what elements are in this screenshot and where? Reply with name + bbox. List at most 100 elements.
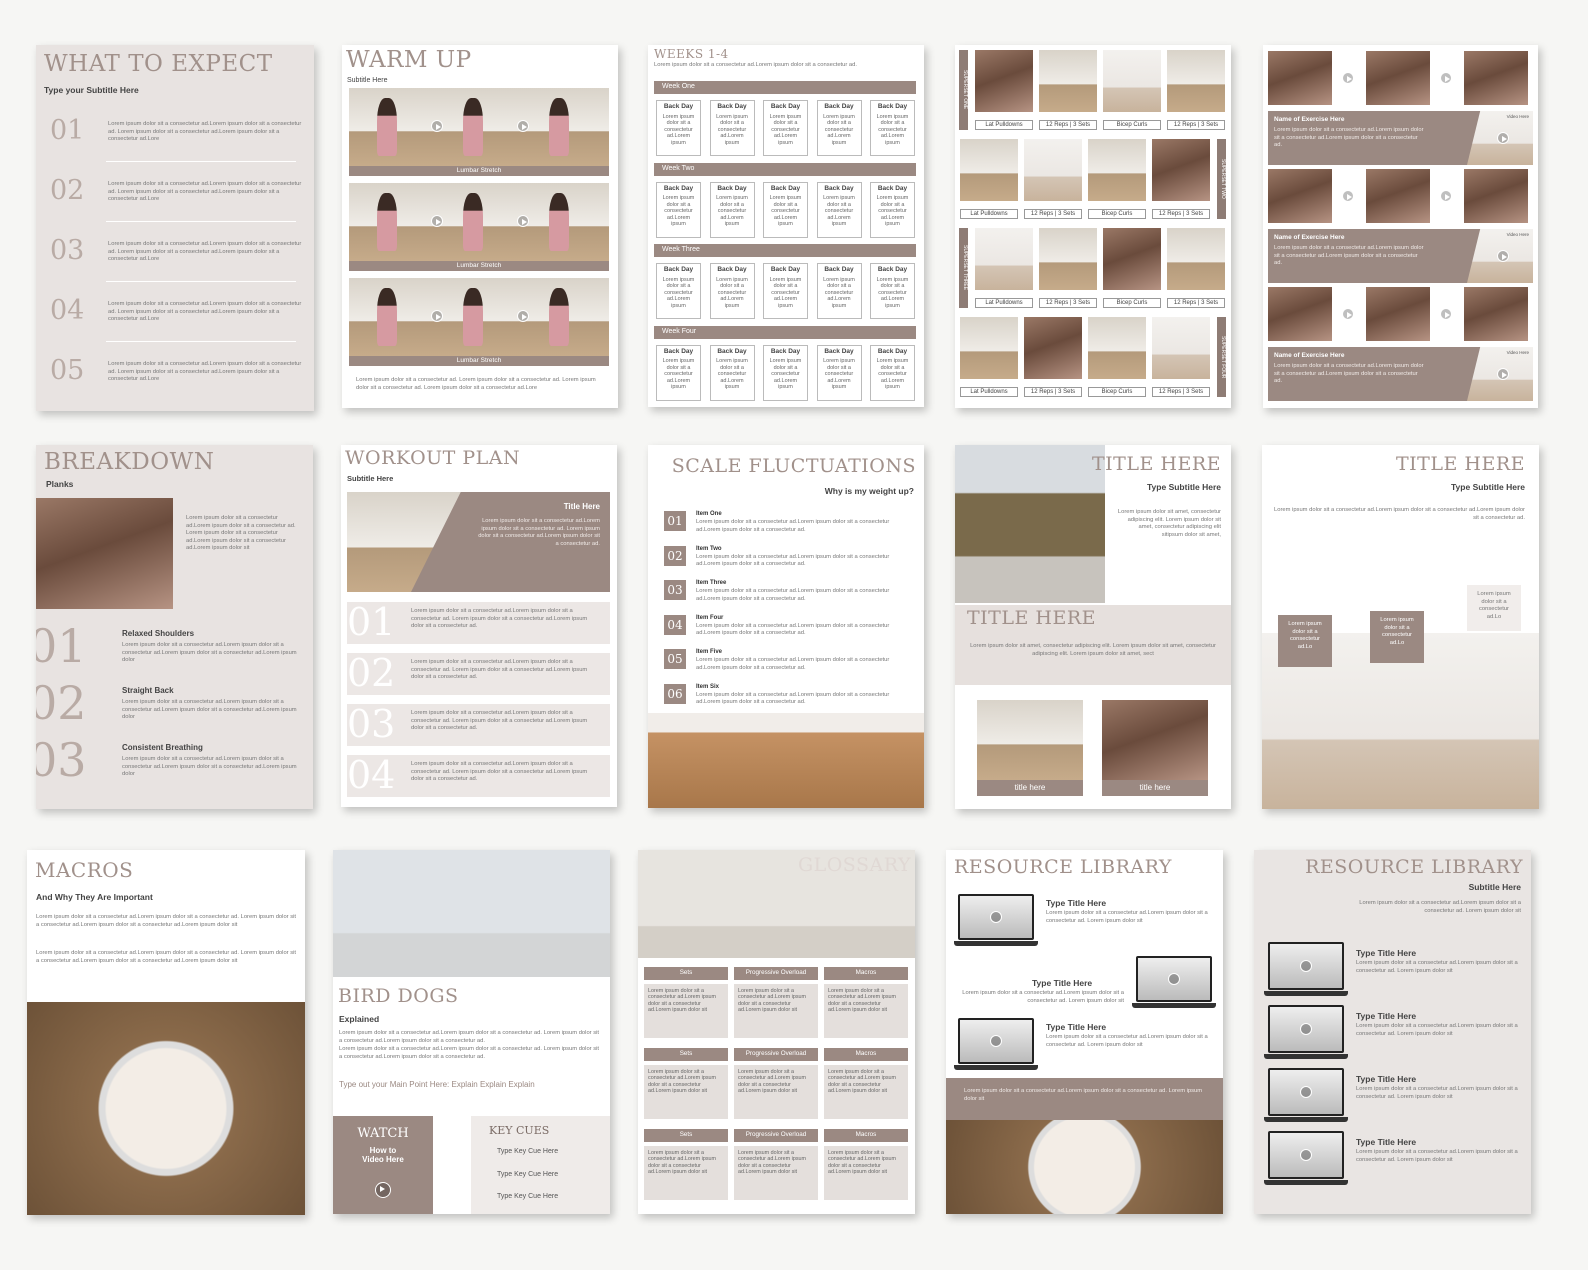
item-number: 03 [664,580,686,600]
key-cue: Type Key Cue Here [497,1171,559,1178]
day-box: Back Day Lorem ipsum dolor sit a consecte… [656,181,701,238]
laptop-icon[interactable] [1264,1005,1348,1059]
play-icon[interactable] [431,120,443,132]
exercise-photo [1024,317,1082,379]
week-header: Week Four [654,325,916,339]
exercise-photo [1103,228,1161,290]
exercise-photo [1464,51,1528,105]
item-number: 05 [664,649,686,669]
key-cue: Type Key Cue Here [497,1193,559,1200]
row-number: 04 [347,753,396,797]
play-icon[interactable] [1497,250,1509,262]
row-number: 03 [347,702,396,746]
play-icon[interactable] [517,310,529,322]
exercise-text: Lorem ipsum dolor sit a consectetur ad.L… [1274,127,1424,148]
day-text: Lorem ipsum dolor sit a consectetur ad.L… [876,276,909,309]
exercise-figure [463,193,483,251]
page-title: RESOURCE LIBRARY [1305,856,1523,878]
intro-text: Lorem ipsum dolor sit a consectetur ad.L… [1274,507,1525,521]
row-number: 01 [347,600,396,644]
term-header: Progressive Overload [734,967,818,980]
play-icon[interactable] [1497,132,1509,144]
item-title: Relaxed Shoulders [122,629,195,638]
day-text: Lorem ipsum dolor sit a consectetur ad.L… [876,358,909,390]
mid-band: TITLE HERE Lorem ipsum dolor sit amet, c… [955,605,1231,685]
day-box: Back Day Lorem ipsum dolor sit a consecte… [870,344,915,401]
list-number: 01 [36,619,87,673]
superset-label: SUPERSET THREE [959,228,968,308]
day-title: Back Day [770,347,801,355]
day-text: Lorem ipsum dolor sit a consectetur ad.L… [662,358,695,390]
play-icon[interactable] [1440,308,1452,320]
intro-text: Lorem ipsum dolor sit a consectetur ad.L… [654,62,857,68]
laptop-icon[interactable] [954,894,1038,946]
video-thumb: Video Here [1467,111,1533,165]
thumb-2 [1102,700,1208,780]
day-box: Back Day Lorem ipsum dolor sit a consecte… [763,344,808,401]
page-title: WHAT TO EXPECT [44,51,273,77]
play-icon[interactable] [1440,190,1452,202]
exercise-photo [960,139,1018,201]
exercise-label: 12 Reps | 3 Sets [1039,120,1097,130]
day-title: Back Day [877,103,908,110]
page-title: WORKOUT PLAN [345,447,521,469]
day-title: Back Day [717,103,747,110]
list-text: Lorem ipsum dolor sit a consectetur ad.L… [108,301,302,322]
resource-title: Type Title Here [1356,948,1417,958]
play-icon[interactable] [1440,72,1452,84]
page-title: BIRD DOGS [338,985,459,1007]
video-label: Video Here [1506,232,1529,237]
exercise-label: Bicep Curls [1088,209,1146,219]
day-text: Lorem ipsum dolor sit a consectetur ad.L… [662,276,695,309]
video-strip[interactable] [349,183,609,261]
video-strip[interactable] [349,278,609,356]
play-icon[interactable] [431,215,443,227]
page-title: WARM UP [346,47,472,73]
resource-text: Lorem ipsum dolor sit a consectetur ad.L… [1046,1034,1208,1048]
laptop-icon[interactable] [1132,956,1216,1008]
key-cues-title: KEY CUES [489,1124,550,1137]
page-title-here-a: TITLE HERE Type Subtitle Here Lorem ipsu… [955,445,1231,809]
laptop-icon[interactable] [1264,942,1348,996]
play-icon[interactable] [1342,72,1354,84]
laptop-icon[interactable] [1264,1131,1348,1185]
resource-text: Lorem ipsum dolor sit a consectetur ad.L… [1356,1023,1518,1037]
page-subtitle: Type Subtitle Here [1147,482,1221,492]
laptop-icon[interactable] [1264,1068,1348,1122]
day-title: Back Day [824,184,854,192]
day-title: Back Day [770,103,801,110]
exercise-label: Bicep Curls [1088,387,1146,397]
resource-title: Type Title Here [1356,1011,1417,1021]
term-header: Sets [644,967,728,980]
play-icon[interactable] [1342,308,1354,320]
day-box: Back Day Lorem ipsum dolor sit a consecte… [656,100,701,156]
day-box: Back Day Lorem ipsum dolor sit a consecte… [870,181,915,238]
exercise-photo [1088,317,1146,379]
play-icon[interactable] [1342,190,1354,202]
play-icon[interactable] [1497,368,1509,380]
laptop-icon[interactable] [954,1018,1038,1070]
item-text: Lorem ipsum dolor sit a consectetur ad.L… [696,657,890,671]
play-icon[interactable] [431,310,443,322]
day-title: Back Day [663,347,694,355]
day-box: Back Day Lorem ipsum dolor sit a consecte… [816,100,862,156]
exercise-photo [1039,228,1097,290]
item-text: Lorem ipsum dolor sit a consectetur ad.L… [696,622,890,637]
exercise-figure [549,98,569,156]
exercise-photo [1366,287,1430,341]
plank-photo [36,498,173,609]
exercise-photo [1268,169,1332,223]
watch-box[interactable]: WATCH How to Video Here [333,1116,433,1214]
exercise-label: 12 Reps | 3 Sets [1167,298,1225,308]
play-icon[interactable] [375,1182,391,1198]
page-title: WEEKS 1-4 [654,47,729,61]
exercise-bar: Name of Exercise Here Lorem ipsum dolor s… [1268,347,1533,401]
page-title: MACROS [35,858,134,882]
exercise-photo [1366,51,1430,105]
video-strip[interactable] [349,88,609,166]
day-title: Back Day [877,184,908,192]
term-header: Macros [824,967,908,980]
play-icon[interactable] [517,120,529,132]
page-subtitle: Explained [339,1014,380,1024]
play-icon[interactable] [517,215,529,227]
